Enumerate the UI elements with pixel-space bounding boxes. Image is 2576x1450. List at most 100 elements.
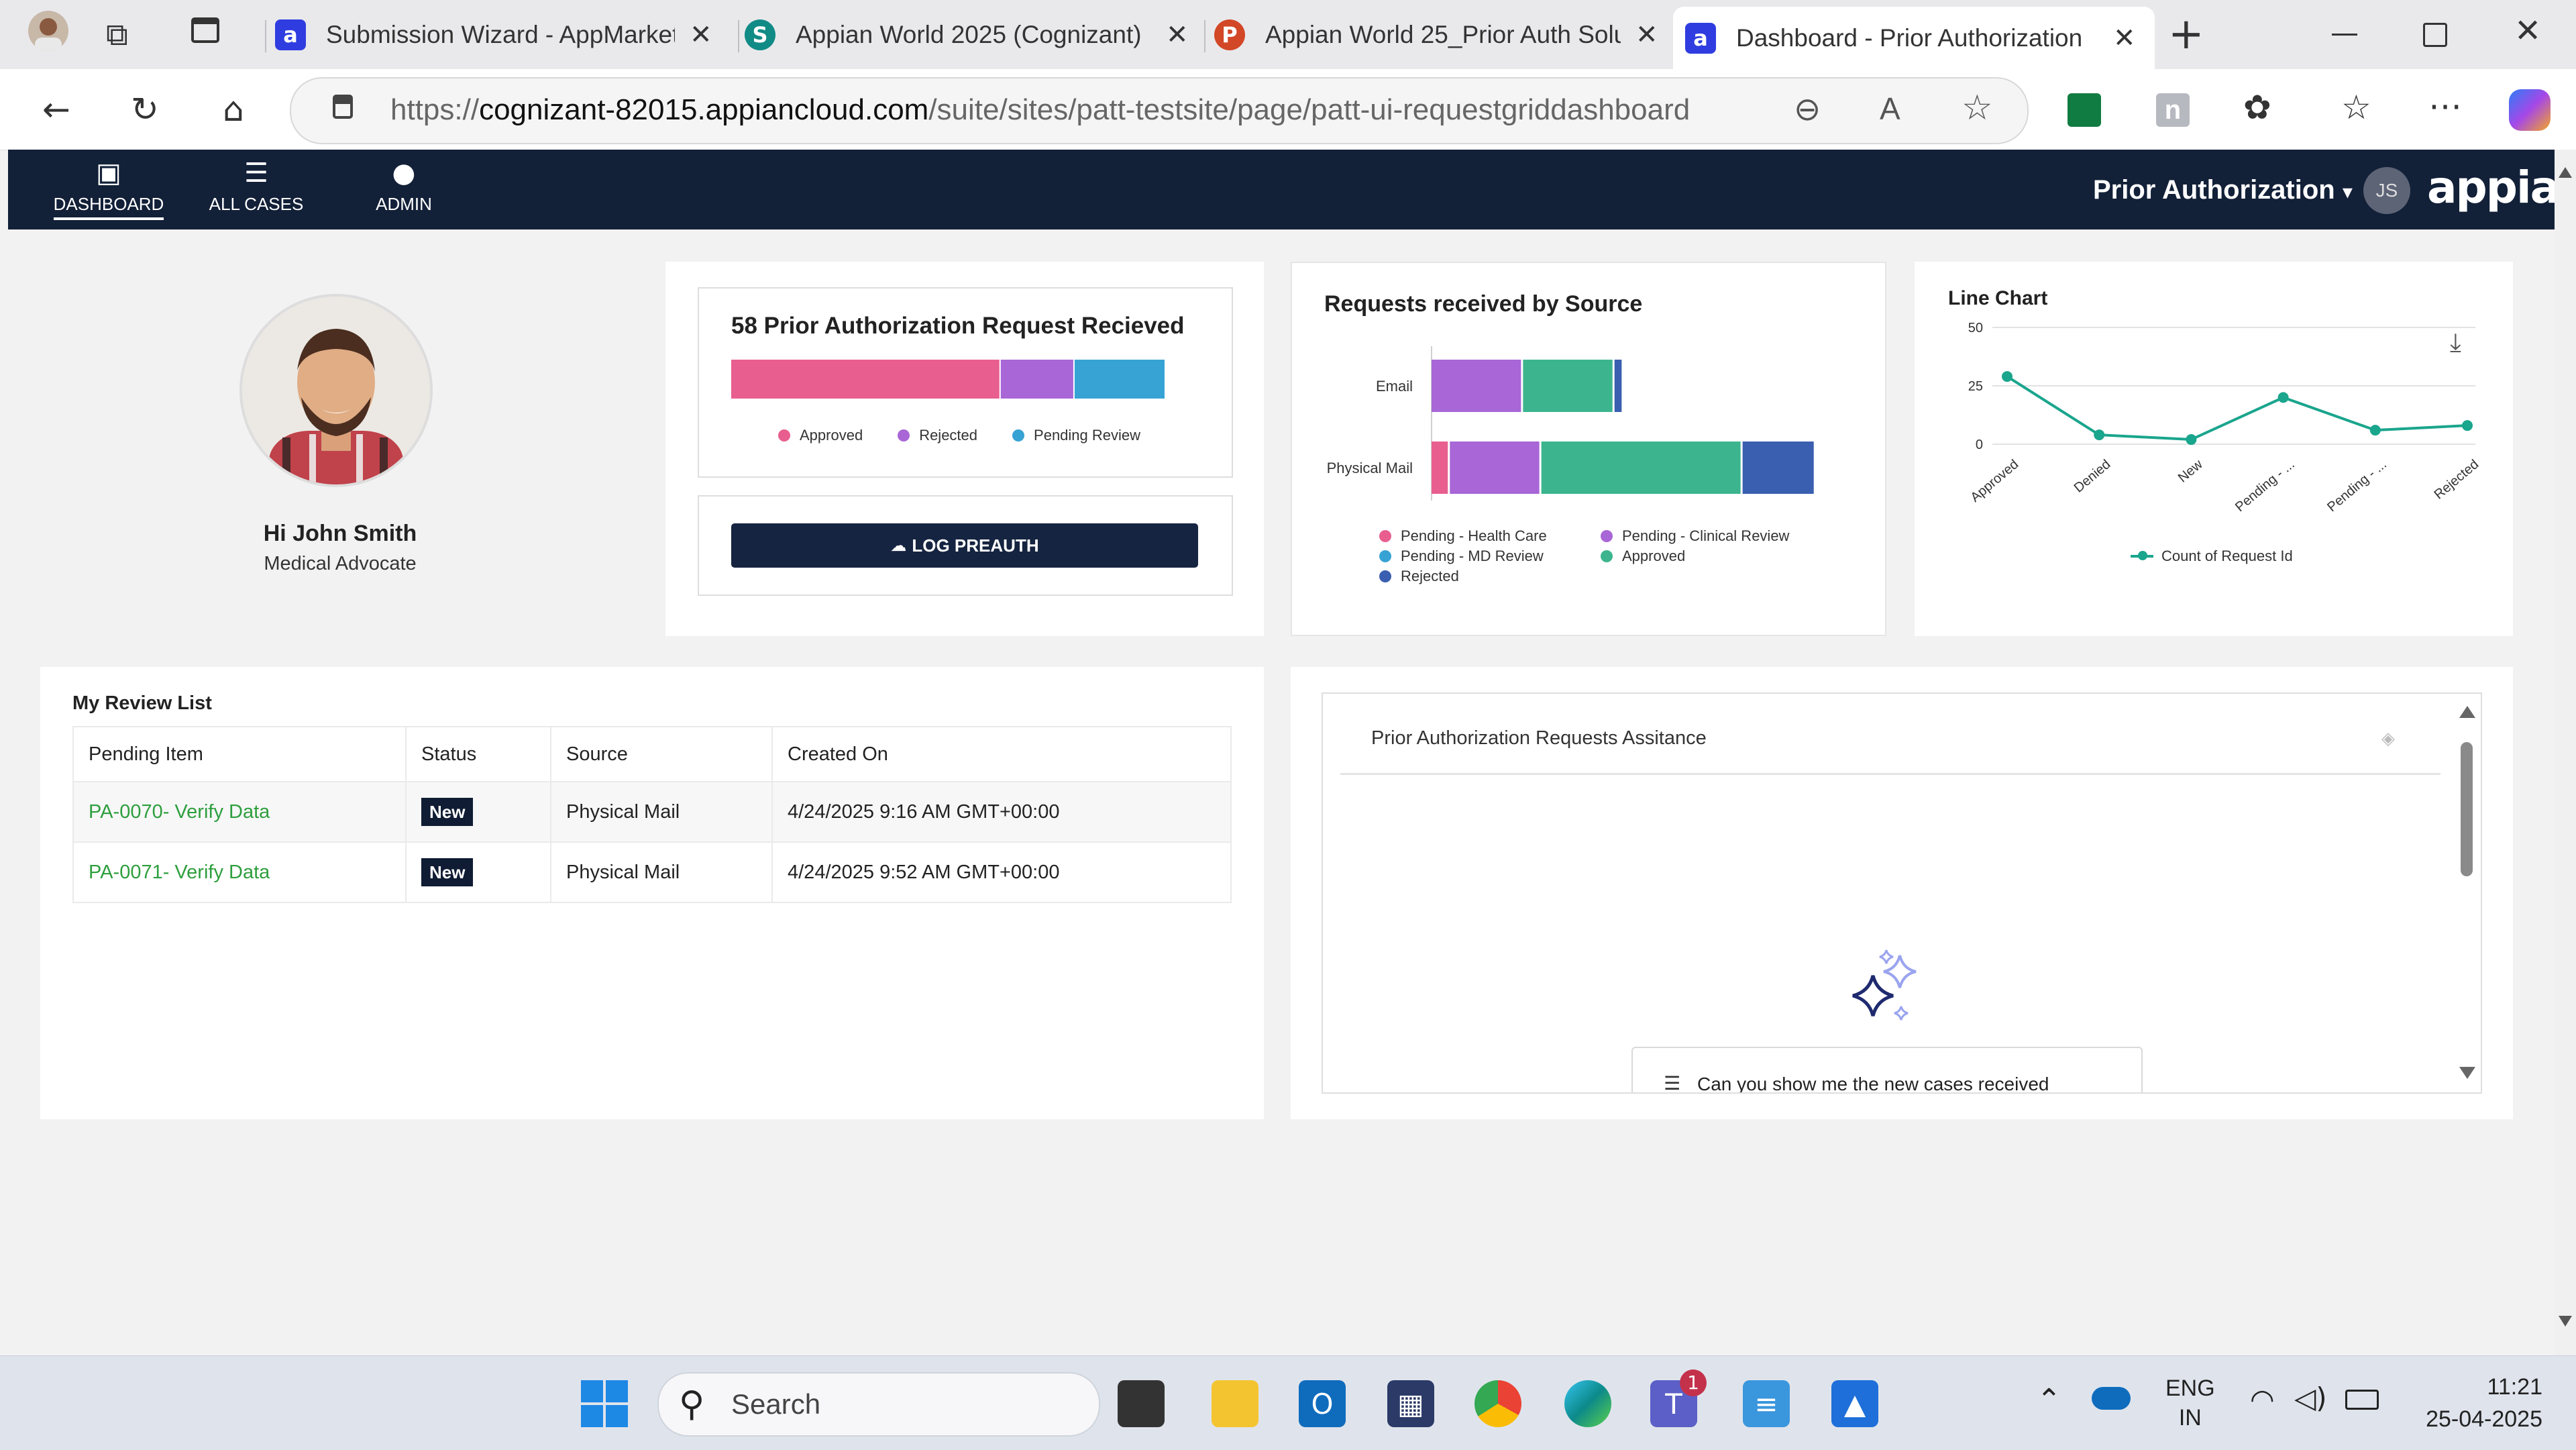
scroll-thumb[interactable] [2461, 742, 2473, 876]
appian-a-icon: a [1685, 22, 1716, 54]
tab-submission-wizard[interactable]: a Submission Wizard - AppMarket ✕ [275, 8, 738, 62]
nav-admin[interactable]: ● ADMIN [343, 158, 464, 222]
microsoft-store-icon[interactable]: ▦ [1387, 1380, 1434, 1427]
legend-pending-md-review: Pending - MD Review [1379, 548, 1601, 565]
outlook-icon[interactable]: O [1299, 1380, 1346, 1427]
extensions-icon[interactable]: ✿ [2243, 88, 2271, 127]
photos-icon[interactable]: ▲ [1831, 1380, 1878, 1427]
volume-icon[interactable]: ◁) [2294, 1382, 2327, 1414]
clock[interactable]: 11:21 25-04-2025 [2408, 1371, 2542, 1435]
legend-pending-review: Pending Review [1012, 427, 1140, 444]
tab-appian-world-sharepoint[interactable]: S Appian World 2025 (Cognizant) ✕ [745, 8, 1208, 62]
close-tab-icon[interactable]: ✕ [1166, 19, 1189, 50]
profile-avatar[interactable] [28, 11, 68, 51]
browser-toolbar: ← ↻ ⌂ https://cognizant-82015.appianclou… [0, 69, 2576, 150]
more-menu-icon[interactable]: ⋯ [2428, 87, 2462, 125]
tab-actions-icon[interactable] [191, 17, 219, 43]
profile-role: Medical Advocate [264, 553, 417, 574]
eraser-icon[interactable]: ◈ [2381, 729, 2395, 749]
teams-icon[interactable]: T 1 [1650, 1369, 1707, 1427]
file-explorer-icon[interactable] [1212, 1380, 1258, 1427]
legend-label: Rejected [1401, 568, 1459, 584]
dot-icon [898, 429, 910, 442]
dot-icon [1379, 530, 1391, 542]
bar-pending-health-care [1432, 442, 1448, 494]
new-tab-button[interactable]: + [2168, 9, 2204, 59]
suggestion-chip[interactable]: ☰ Can you show me the new cases received [1631, 1047, 2143, 1094]
pending-item-link[interactable]: PA-0070- Verify Data [89, 801, 270, 823]
page-scrollbar[interactable] [2555, 150, 2576, 1355]
clock-time: 11:21 [2487, 1374, 2542, 1400]
browser-tab-bar: ⧉ a Submission Wizard - AppMarket ✕ S Ap… [0, 0, 2576, 69]
favorite-star-icon[interactable]: ☆ [1962, 88, 1993, 128]
zoom-icon[interactable]: ⊖ [1794, 91, 1821, 128]
wifi-icon[interactable]: ◠ [2250, 1383, 2275, 1416]
chrome-icon[interactable] [1474, 1380, 1521, 1427]
read-aloud-icon[interactable]: A [1880, 91, 1900, 127]
task-view-icon[interactable] [1118, 1380, 1165, 1427]
extension-green-icon[interactable] [2068, 93, 2101, 127]
tab-appian-world-powerpoint[interactable]: P Appian World 25_Prior Auth Solu ✕ [1214, 8, 1677, 62]
column-header[interactable]: Status [405, 726, 551, 782]
legend-line-icon [2131, 551, 2153, 560]
column-header[interactable]: Source [550, 726, 772, 782]
pending-item-link[interactable]: PA-0071- Verify Data [89, 862, 270, 883]
home-icon[interactable]: ⌂ [212, 88, 255, 131]
url-text[interactable]: https://cognizant-82015.appiancloud.com/… [390, 93, 1690, 127]
restore-button[interactable] [2423, 23, 2447, 47]
battery-icon[interactable] [2345, 1390, 2379, 1410]
scroll-up-icon[interactable] [2459, 706, 2475, 718]
close-window-button[interactable]: ✕ [2514, 12, 2541, 50]
onedrive-cloud-icon[interactable] [2092, 1387, 2131, 1410]
copilot-icon[interactable] [2509, 89, 2551, 131]
close-tab-icon[interactable]: ✕ [690, 19, 712, 50]
legend-label: Approved [1622, 548, 1686, 564]
x-tick-label: Rejected [2432, 457, 2482, 503]
list-icon: ☰ [1664, 1072, 1681, 1094]
language-indicator[interactable]: ENG IN [2165, 1374, 2215, 1433]
legend-label: Approved [800, 427, 863, 444]
data-point [2369, 425, 2381, 436]
table-header-row: Pending Item Status Source Created On [72, 726, 1232, 782]
lock-icon[interactable] [333, 95, 353, 119]
region-code: IN [2178, 1405, 2202, 1431]
workspaces-icon[interactable]: ⧉ [106, 16, 128, 54]
search-icon: ⚲ [679, 1384, 705, 1425]
button-label: LOG PREAUTH [912, 535, 1039, 556]
tab-dashboard-prior-authorization[interactable]: a Dashboard - Prior Authorization ✕ [1673, 7, 2155, 69]
assistant-scrollbar[interactable] [2454, 694, 2481, 1092]
legend-label: Pending - Clinical Review [1622, 527, 1790, 544]
start-windows-icon[interactable] [581, 1380, 628, 1427]
extension-n-icon[interactable]: n [2156, 93, 2190, 127]
log-preauth-button[interactable]: ☁ LOG PREAUTH [731, 523, 1198, 568]
legend-pending-health-care: Pending - Health Care [1379, 527, 1601, 545]
close-tab-icon[interactable]: ✕ [1635, 19, 1658, 50]
favorites-icon[interactable]: ☆ [2341, 88, 2371, 127]
scroll-up-icon[interactable] [2559, 167, 2572, 178]
address-bar[interactable]: https://cognizant-82015.appiancloud.com/… [290, 77, 2029, 144]
edge-icon[interactable] [1564, 1380, 1611, 1427]
nav-dashboard[interactable]: ▣ DASHBOARD [48, 158, 169, 222]
taskbar-search-box[interactable]: ⚲ Search [657, 1372, 1100, 1437]
user-avatar[interactable]: JS [2363, 167, 2410, 214]
bar-segment-rejected [1000, 360, 1073, 399]
x-tick-label: New [2176, 457, 2206, 486]
x-tick-label: Pending - ... [2233, 457, 2298, 515]
profile-photo [239, 294, 433, 487]
minimize-button[interactable] [2332, 34, 2357, 36]
scroll-down-icon[interactable] [2559, 1316, 2572, 1327]
x-tick-label: Denied [2072, 457, 2114, 496]
column-header[interactable]: Created On [771, 726, 1232, 782]
scroll-down-icon[interactable] [2459, 1067, 2475, 1079]
nav-label: DASHBOARD [53, 194, 164, 220]
site-switcher[interactable]: Prior Authorization ▾ [2093, 175, 2353, 205]
back-icon[interactable]: ← [35, 88, 78, 131]
legend-pending-clinical-review: Pending - Clinical Review [1601, 527, 1822, 545]
refresh-icon[interactable]: ↻ [123, 88, 166, 131]
column-header[interactable]: Pending Item [72, 726, 406, 782]
notepad-icon[interactable]: ≡ [1743, 1380, 1790, 1427]
close-tab-icon[interactable]: ✕ [2113, 23, 2136, 54]
nav-all-cases[interactable]: ☰ ALL CASES [196, 158, 317, 222]
line-chart: 50 25 0 Approved Denied New Pending - ... Pendi… [1968, 321, 2482, 515]
show-hidden-icons-chevron-up-icon[interactable]: ⌃ [2037, 1383, 2061, 1417]
